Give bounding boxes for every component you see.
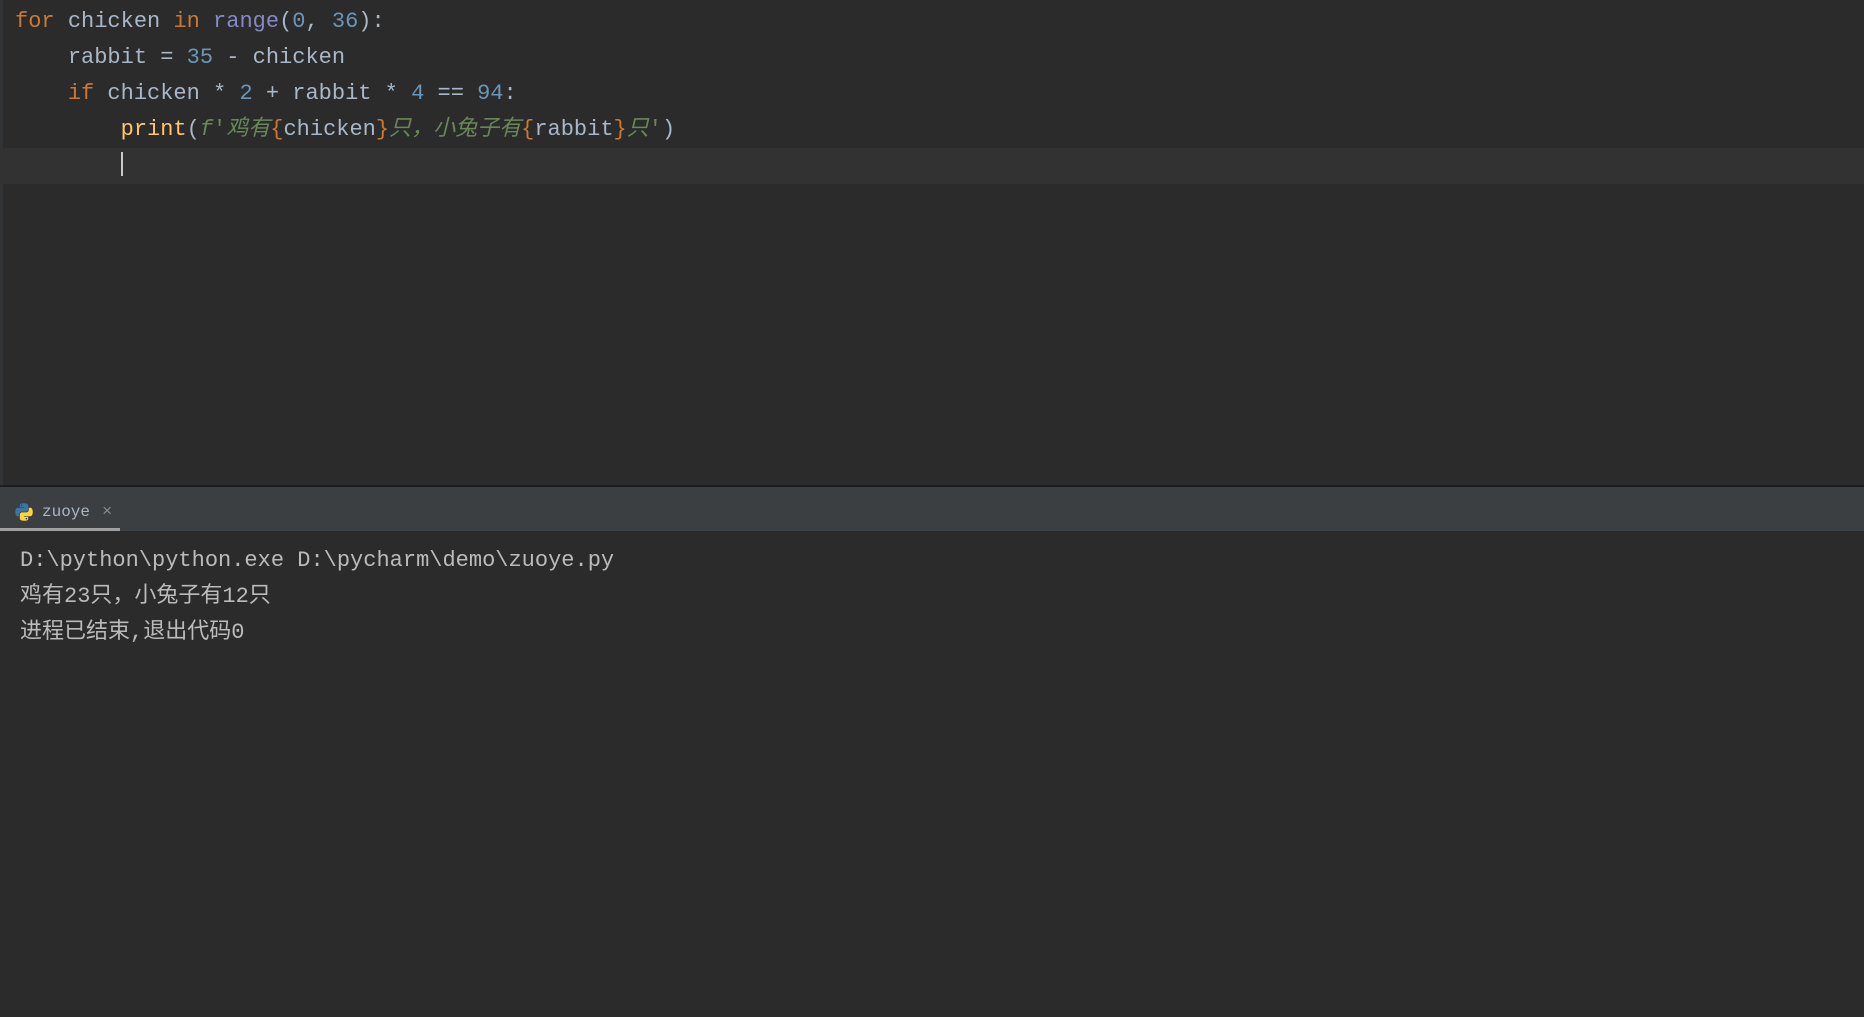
- operator: ==: [424, 81, 477, 106]
- fstring-var: rabbit: [534, 117, 613, 142]
- code-line-4[interactable]: print(f'鸡有{chicken}只，小兔子有{rabbit}只'): [0, 112, 1864, 148]
- indent: [15, 45, 68, 70]
- console-tab-zuoye[interactable]: zuoye ×: [4, 493, 122, 531]
- console-exit-line: 进程已结束,退出代码0: [20, 615, 1844, 651]
- paren: ): [662, 117, 675, 142]
- fstring-brace: }: [376, 117, 389, 142]
- operator: =: [147, 45, 187, 70]
- indent: [15, 81, 68, 106]
- console-tab-bar: zuoye ×: [0, 487, 1864, 531]
- identifier: chicken: [68, 9, 160, 34]
- number: 0: [292, 9, 305, 34]
- console-output-line: 鸡有23只，小兔子有12只: [20, 579, 1844, 615]
- tab-active-indicator: [0, 528, 120, 531]
- console-command-line: D:\python\python.exe D:\pycharm\demo\zuo…: [20, 543, 1844, 579]
- number: 36: [332, 9, 358, 34]
- fstring-var: chicken: [283, 117, 375, 142]
- keyword-in: in: [173, 9, 199, 34]
- paren: ): [358, 9, 371, 34]
- operator: +: [253, 81, 293, 106]
- string-quote: ': [649, 117, 662, 142]
- operator: *: [371, 81, 411, 106]
- run-console-panel: zuoye × D:\python\python.exe D:\pycharm\…: [0, 487, 1864, 1017]
- fstring-brace: {: [521, 117, 534, 142]
- string-quote: ': [213, 117, 226, 142]
- code-line-1[interactable]: for chicken in range(0, 36):: [0, 4, 1864, 40]
- identifier: chicken: [107, 81, 199, 106]
- comma: ,: [305, 9, 331, 34]
- colon: :: [504, 81, 517, 106]
- fstring-brace: {: [270, 117, 283, 142]
- code-line-5-current[interactable]: [0, 148, 1864, 184]
- identifier: rabbit: [292, 81, 371, 106]
- colon: :: [371, 9, 384, 34]
- close-icon[interactable]: ×: [102, 503, 112, 522]
- string-text: 只: [627, 117, 649, 142]
- console-tab-label: zuoye: [42, 503, 90, 521]
- string-text: 鸡有: [226, 117, 270, 142]
- builtin-range: range: [213, 9, 279, 34]
- number: 4: [411, 81, 424, 106]
- identifier: rabbit: [68, 45, 147, 70]
- fstring-brace: }: [614, 117, 627, 142]
- code-editor[interactable]: for chicken in range(0, 36): rabbit = 35…: [0, 0, 1864, 485]
- gutter: [0, 0, 3, 485]
- number: 2: [239, 81, 252, 106]
- identifier: chicken: [253, 45, 345, 70]
- string-text: 只，小兔子有: [389, 117, 521, 142]
- number: 35: [187, 45, 213, 70]
- code-line-2[interactable]: rabbit = 35 - chicken: [0, 40, 1864, 76]
- operator: *: [200, 81, 240, 106]
- code-line-3[interactable]: if chicken * 2 + rabbit * 4 == 94:: [0, 76, 1864, 112]
- console-output[interactable]: D:\python\python.exe D:\pycharm\demo\zuo…: [0, 531, 1864, 1017]
- paren: (: [279, 9, 292, 34]
- builtin-print: print: [121, 117, 187, 142]
- indent: [15, 117, 121, 142]
- indent: [15, 153, 121, 178]
- string-prefix: f: [200, 117, 213, 142]
- number: 94: [477, 81, 503, 106]
- text-cursor: [121, 152, 123, 176]
- keyword-for: for: [15, 9, 55, 34]
- paren: (: [187, 117, 200, 142]
- keyword-if: if: [68, 81, 94, 106]
- operator: -: [213, 45, 253, 70]
- space: [94, 81, 107, 106]
- python-icon: [14, 502, 34, 522]
